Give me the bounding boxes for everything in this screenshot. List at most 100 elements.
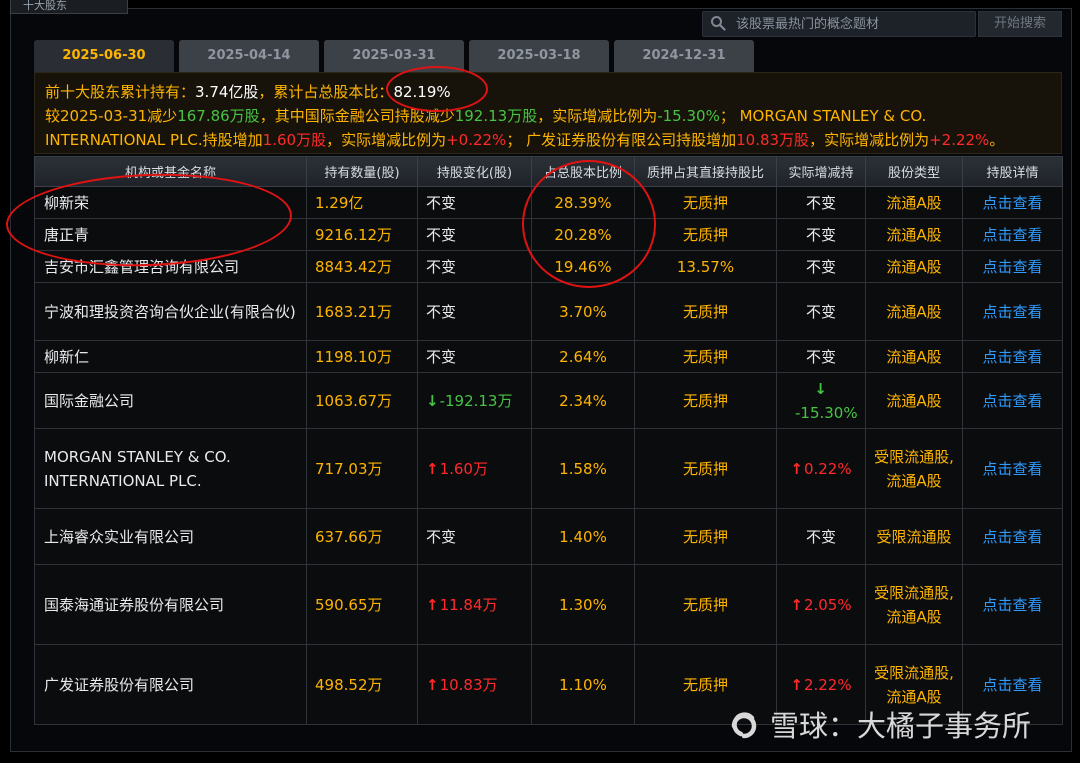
pledge-ratio: 13.57%: [634, 250, 777, 283]
shares-held: 717.03万: [306, 428, 418, 509]
detail-link[interactable]: 点击查看: [962, 250, 1063, 283]
detail-link-text[interactable]: 点击查看: [982, 596, 1042, 614]
share-change: 不变: [417, 340, 532, 373]
shareholder-name-text: 唐正青: [44, 225, 90, 244]
shareholder-name-text: 国泰海通证券股份有限公司: [44, 595, 225, 614]
share-type: 流通A股: [865, 218, 963, 251]
pledge-ratio-text: 无质押: [682, 460, 728, 478]
column-header-actual-change: 实际增减持: [776, 156, 866, 187]
detail-link-text[interactable]: 点击查看: [982, 348, 1042, 366]
pledge-ratio: 无质押: [634, 372, 777, 429]
pledge-ratio: 无质押: [634, 428, 777, 509]
detail-link-text[interactable]: 点击查看: [982, 226, 1042, 244]
actual-change-text: 不变: [805, 528, 836, 546]
share-ratio: 1.40%: [531, 508, 635, 565]
share-type-text: 流通A股: [886, 302, 942, 321]
summary-text: ； MORGAN STANLEY & CO.: [719, 107, 927, 125]
shareholder-name: 国际金融公司: [34, 372, 307, 429]
share-type-text: 受限流通股,流通A股: [874, 447, 954, 490]
share-type: 流通A股: [865, 186, 963, 219]
share-change-text: 不变: [426, 528, 457, 546]
column-header-share-type: 股份类型: [865, 156, 963, 187]
pledge-ratio-text: 无质押: [682, 226, 728, 244]
detail-link[interactable]: 点击查看: [962, 508, 1063, 565]
detail-link[interactable]: 点击查看: [962, 340, 1063, 373]
actual-change-text: 不变: [805, 348, 836, 366]
summary-value: +2.22%: [929, 131, 990, 149]
detail-link-text[interactable]: 点击查看: [982, 258, 1042, 276]
actual-change: ↓ -15.30%: [776, 372, 866, 429]
table-row: 吉安市汇鑫管理咨询有限公司 8843.42万 不变 19.46% 13.57% 不变 流通A…: [34, 250, 1063, 283]
share-ratio: 20.28%: [531, 218, 635, 251]
detail-link[interactable]: 点击查看: [962, 428, 1063, 509]
detail-link-text[interactable]: 点击查看: [982, 392, 1042, 410]
pledge-ratio-text: 无质押: [682, 392, 728, 410]
share-ratio-text: 19.46%: [554, 257, 612, 276]
panel-title: 十大股东: [10, 0, 128, 14]
shares-held: 1063.67万: [306, 372, 418, 429]
share-change-text: 不变: [426, 303, 457, 321]
table-row: MORGAN STANLEY & CO. INTERNATIONAL PLC. 7…: [34, 428, 1063, 509]
detail-link[interactable]: 点击查看: [962, 186, 1063, 219]
table-row: 柳新仁 1198.10万 不变 2.64% 无质押 不变 流通A股 点击查看: [34, 340, 1063, 373]
shares-held: 9216.12万: [306, 218, 418, 251]
summary-text: ，实际增减比例为: [537, 107, 658, 125]
tab-2024-12-31[interactable]: 2024-12-31: [614, 40, 754, 72]
share-ratio-text: 3.70%: [559, 302, 607, 321]
summary-text: ，实际增减比例为: [326, 131, 447, 149]
summary-line-2: 较2025-03-31减少167.86万股，其中国际金融公司持股减少192.13…: [45, 104, 1051, 128]
tab-2025-03-31[interactable]: 2025-03-31: [324, 40, 464, 72]
actual-change-text: -15.30%: [795, 403, 858, 422]
summary-label: ，累计占总股本比：: [258, 83, 394, 101]
shareholders-panel: 十大股东 开始搜索 2025-06-30 2025-04-14 2025-03-…: [0, 0, 1080, 763]
shareholder-name-text: 上海睿众实业有限公司: [44, 527, 195, 546]
shareholder-name: 广发证券股份有限公司: [34, 644, 307, 725]
tab-2025-04-14[interactable]: 2025-04-14: [179, 40, 319, 72]
share-ratio: 2.64%: [531, 340, 635, 373]
actual-change: 不变: [776, 340, 866, 373]
summary-total-shares: 3.74亿股: [195, 83, 259, 101]
pledge-ratio: 无质押: [634, 186, 777, 219]
table-row: 唐正青 9216.12万 不变 20.28% 无质押 不变 流通A股 点击查看: [34, 218, 1063, 251]
detail-link-text[interactable]: 点击查看: [982, 528, 1042, 546]
summary-line-1: 前十大股东累计持有：3.74亿股，累计占总股本比：82.19%: [45, 80, 1051, 104]
table-row: 柳新荣 1.29亿 不变 28.39% 无质押 不变 流通A股 点击查看: [34, 186, 1063, 219]
detail-link-text[interactable]: 点击查看: [982, 676, 1042, 694]
share-type: 流通A股: [865, 372, 963, 429]
shares-held-text: 1063.67万: [315, 392, 393, 410]
shareholder-name-text: MORGAN STANLEY & CO. INTERNATIONAL PLC.: [44, 447, 231, 490]
detail-link[interactable]: 点击查看: [962, 564, 1063, 645]
actual-change: 不变: [776, 282, 866, 341]
table-row: 国际金融公司 1063.67万 ↓-192.13万 2.34% 无质押 ↓-15.30% 流…: [34, 372, 1063, 429]
detail-link[interactable]: 点击查看: [962, 218, 1063, 251]
share-type-text: 受限流通股,流通A股: [874, 583, 954, 626]
actual-change-text: 不变: [805, 226, 836, 244]
search-button[interactable]: 开始搜索: [978, 11, 1062, 37]
detail-link-text[interactable]: 点击查看: [982, 303, 1042, 321]
share-ratio-text: 1.58%: [559, 459, 607, 478]
pledge-ratio: 无质押: [634, 282, 777, 341]
tab-2025-06-30[interactable]: 2025-06-30: [34, 40, 174, 72]
share-change-text: 不变: [426, 348, 457, 366]
pledge-ratio: 无质押: [634, 508, 777, 565]
table-row: 宁波和理投资咨询合伙企业(有限合伙) 1683.21万 不变 3.70% 无质押 不变 流通…: [34, 282, 1063, 341]
pledge-ratio-text: 无质押: [682, 303, 728, 321]
detail-link[interactable]: 点击查看: [962, 372, 1063, 429]
column-header-change: 持股变化(股): [417, 156, 532, 187]
detail-link-text[interactable]: 点击查看: [982, 194, 1042, 212]
watermark: 雪球：大橘子事务所: [726, 706, 1031, 746]
actual-change: 不变: [776, 250, 866, 283]
shareholder-name-text: 吉安市汇鑫管理咨询有限公司: [44, 257, 240, 276]
tab-2025-03-18[interactable]: 2025-03-18: [469, 40, 609, 72]
summary-value: 1.60万股: [262, 131, 327, 149]
summary-text: ； 广发证券股份有限公司持股增加: [506, 131, 737, 149]
snowball-logo-icon: [731, 712, 757, 739]
actual-change: 不变: [776, 186, 866, 219]
arrow-up-icon: ↑: [790, 459, 803, 478]
table-row: 国泰海通证券股份有限公司 590.65万 ↑11.84万 1.30% 无质押 ↑2.05%…: [34, 564, 1063, 645]
shares-held-text: 498.52万: [315, 676, 383, 694]
search-input[interactable]: [736, 13, 972, 35]
detail-link[interactable]: 点击查看: [962, 282, 1063, 341]
detail-link-text[interactable]: 点击查看: [982, 460, 1042, 478]
summary-label: 前十大股东累计持有：: [45, 83, 196, 101]
